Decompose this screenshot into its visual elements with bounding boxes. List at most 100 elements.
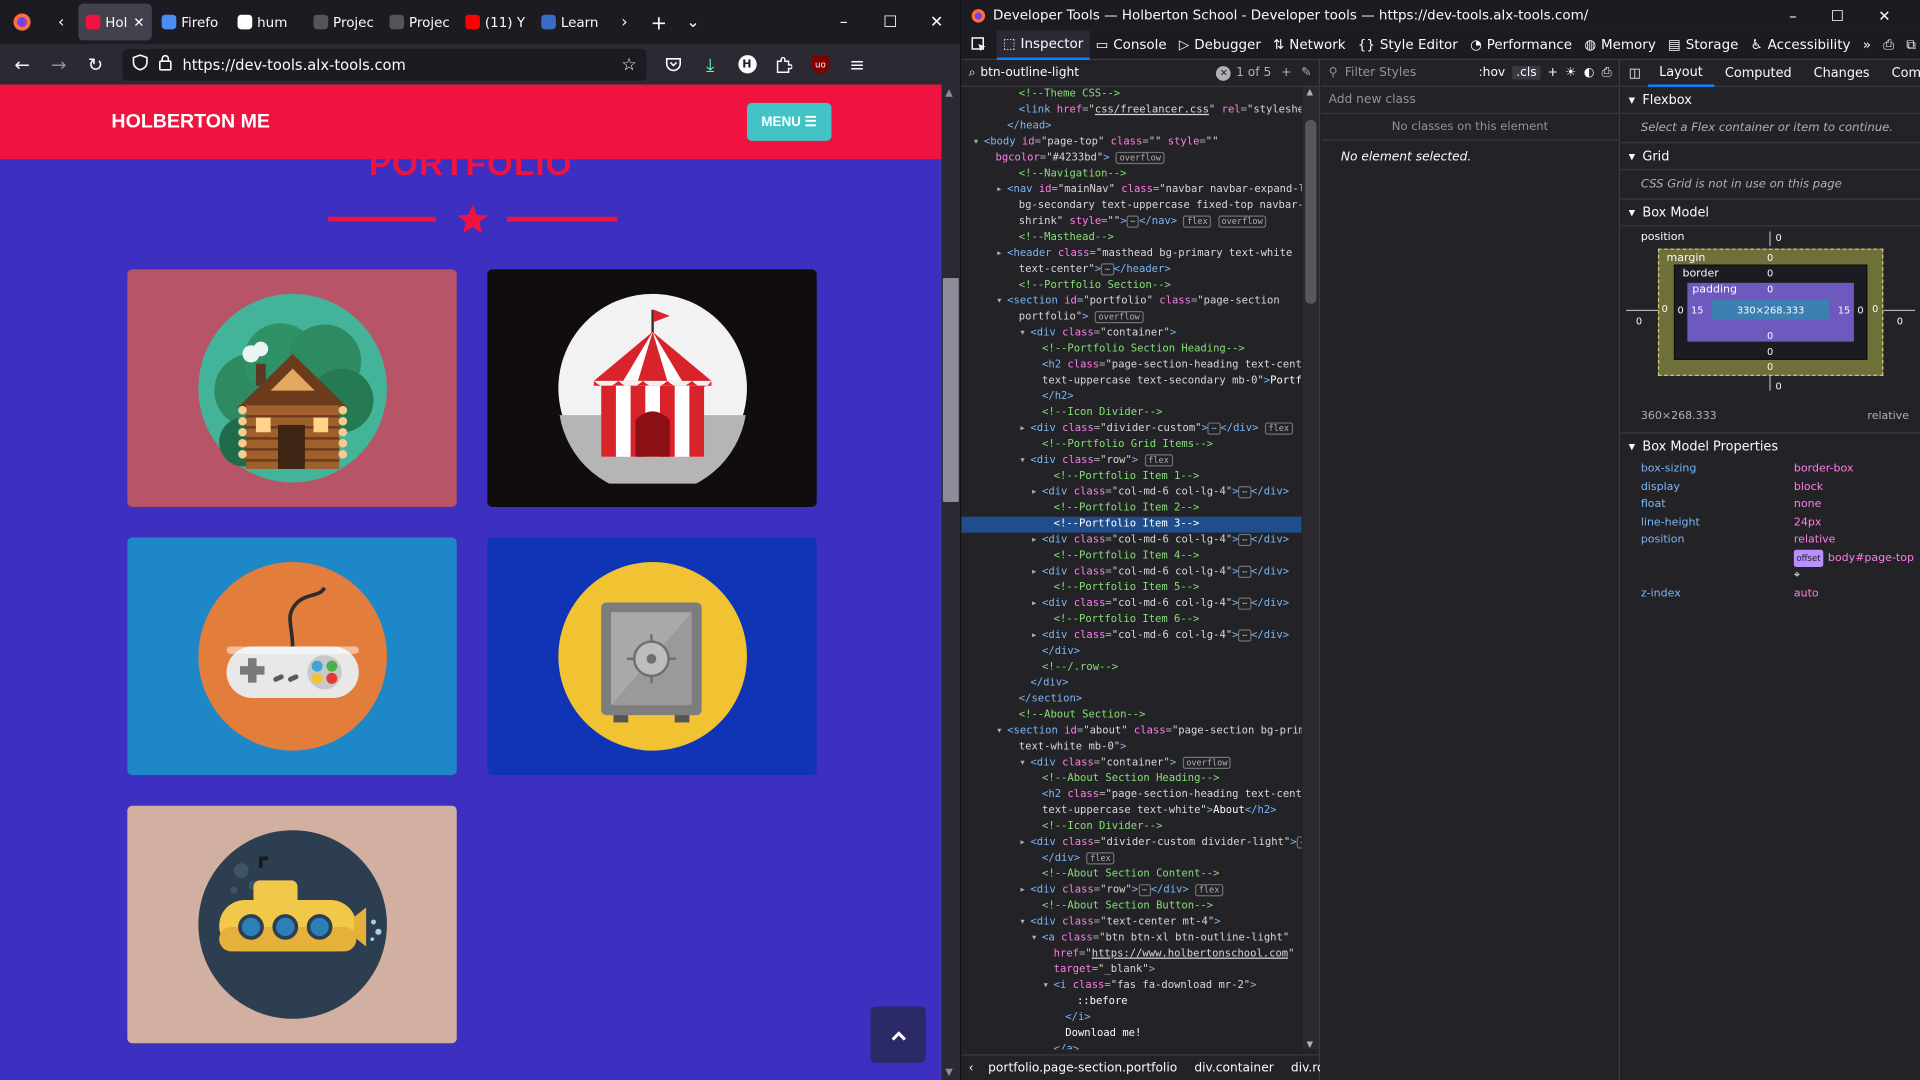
sidebar-tab-changes[interactable]: Changes	[1803, 59, 1881, 86]
brand-logo[interactable]: HOLBERTON ME	[111, 111, 270, 133]
firefox-menu-icon[interactable]	[0, 5, 44, 39]
expand-toggle-icon[interactable]: ▸	[1031, 485, 1042, 501]
grid-section-header[interactable]: ▾ Grid	[1621, 143, 1920, 171]
markup-node[interactable]: <!--Portfolio Item 5-->	[961, 580, 1301, 596]
close-tab-icon[interactable]: ✕	[133, 14, 144, 30]
print-mode-icon[interactable]: ⎙	[1602, 66, 1612, 79]
markup-node[interactable]: <!--Portfolio Item 2-->	[961, 501, 1301, 517]
list-tabs-icon[interactable]: ⌄	[676, 5, 710, 39]
sidebar-tab-compat[interactable]: Compat	[1881, 59, 1920, 86]
markup-node[interactable]: ▾ <div class="text-center mt-4">	[961, 915, 1301, 931]
markup-node[interactable]: text-uppercase text-white">About</h2>	[961, 803, 1301, 819]
forward-icon[interactable]: →	[42, 47, 76, 81]
expand-toggle-icon[interactable]: ▾	[1019, 453, 1030, 469]
expand-toggle-icon[interactable]: ▾	[1031, 931, 1042, 947]
markup-node[interactable]: </i>	[961, 1010, 1301, 1026]
markup-node[interactable]: bg-secondary text-uppercase fixed-top na…	[961, 198, 1302, 214]
box-model-properties-header[interactable]: ▾ Box Model Properties	[1621, 433, 1920, 460]
url-text[interactable]: https://dev-tools.alx-tools.com	[182, 56, 611, 73]
expand-toggle-icon[interactable]: ▸	[1031, 628, 1042, 644]
markup-node[interactable]: ▸ <div class="col-md-6 col-lg-4"> ⋯ </div>	[961, 628, 1301, 644]
filter-styles-input[interactable]: Filter Styles	[1345, 66, 1471, 79]
tab-scroll-right-icon[interactable]: ›	[607, 5, 641, 39]
markup-node[interactable]: text-center"> ⋯ </header>	[961, 262, 1301, 278]
browser-tab[interactable]: Hol ✕	[78, 3, 152, 41]
new-tab-icon[interactable]: +	[642, 5, 676, 39]
sidebar-tab-computed[interactable]: Computed	[1714, 59, 1803, 86]
markup-node[interactable]: <!--Icon Divider-->	[961, 405, 1301, 421]
expand-toggle-icon[interactable]: ▸	[1031, 564, 1042, 580]
markup-node[interactable]: target="_blank">	[961, 962, 1301, 978]
devtools-tab-performance[interactable]: ◔ Performance	[1464, 30, 1578, 59]
markup-node[interactable]: ▾ <div class="row"> flex	[961, 453, 1301, 469]
extensions-puzzle-icon[interactable]	[767, 47, 801, 81]
devtools-close-icon[interactable]: ✕	[1878, 7, 1890, 24]
expand-toggle-icon[interactable]: ▸	[996, 246, 1007, 262]
dark-mode-icon[interactable]: ◐	[1584, 66, 1595, 79]
markup-node[interactable]: <h2 class="page-section-heading text-cen…	[961, 358, 1302, 374]
add-rule-icon[interactable]: +	[1548, 66, 1558, 79]
browser-tab[interactable]: Learn	[534, 4, 607, 41]
markup-node[interactable]: <!--Theme CSS-->	[961, 87, 1301, 103]
portfolio-item-game[interactable]	[127, 537, 457, 776]
add-class-input[interactable]: Add new class	[1321, 87, 1619, 114]
markup-node[interactable]: ▾ <body id="page-top" class="" style=""	[961, 135, 1301, 151]
markup-node[interactable]: </head>	[961, 119, 1301, 135]
browser-tab[interactable]: Projec	[306, 4, 379, 41]
markup-node[interactable]: ▾ <section id="about" class="page-section…	[961, 724, 1302, 740]
markup-node[interactable]: ▸ <div class="row"> ⋯ </div> flex	[961, 883, 1301, 899]
expand-toggle-icon[interactable]: ▸	[1031, 596, 1042, 612]
box-prop-value[interactable]: none	[1794, 496, 1821, 514]
markup-node[interactable]: ▸ <nav id="mainNav" class="navbar navbar-…	[961, 182, 1302, 198]
box-prop-value[interactable]: 24px	[1794, 514, 1822, 532]
markup-node[interactable]: <!--Portfolio Item 1-->	[961, 469, 1301, 485]
pocket-icon[interactable]	[656, 47, 690, 81]
clear-search-icon[interactable]: ✕	[1216, 65, 1232, 81]
offset-parent-link[interactable]: body#page-top	[1828, 549, 1914, 567]
breadcrumb-item[interactable]: div.container	[1194, 1061, 1273, 1074]
tab-scroll-left-icon[interactable]: ‹	[44, 5, 78, 39]
close-window-icon[interactable]: ✕	[913, 5, 960, 39]
portfolio-item-submarine[interactable]	[127, 805, 457, 1044]
markup-node[interactable]: <h2 class="page-section-heading text-cen…	[961, 787, 1302, 803]
markup-node[interactable]: ::before	[961, 994, 1301, 1010]
markup-node[interactable]: <!--Portfolio Grid Items-->	[961, 437, 1301, 453]
portfolio-item-cabin[interactable]	[127, 269, 457, 507]
menu-button[interactable]: MENU ☰	[746, 102, 832, 141]
markup-node[interactable]: ▾ <div class="container">	[961, 326, 1301, 342]
markup-node[interactable]: ▾ <a class="btn btn-xl btn-outline-light"	[961, 931, 1301, 947]
markup-node[interactable]: <!--Navigation-->	[961, 167, 1301, 183]
browser-tab[interactable]: Projec	[382, 4, 455, 41]
page-scrollbar-thumb[interactable]	[942, 277, 959, 503]
markup-node[interactable]: ▸ <div class="col-md-6 col-lg-4"> ⋯ </div>	[961, 564, 1301, 580]
devtools-maximize-icon[interactable]: ☐	[1831, 7, 1844, 24]
markup-node[interactable]: <!--Portfolio Section Heading-->	[961, 342, 1301, 358]
screenshot-icon[interactable]: ⎙	[1877, 30, 1900, 59]
expand-toggle-icon[interactable]: ▾	[1019, 326, 1030, 342]
scroll-to-top-button[interactable]	[870, 1006, 926, 1063]
markup-node[interactable]: <link href="css/freelancer.css" rel="sty…	[961, 103, 1302, 119]
markup-node[interactable]: href="https://www.holbertonschool.com"	[961, 947, 1301, 963]
box-prop-value[interactable]: relative	[1794, 531, 1836, 549]
tracking-shield-icon[interactable]	[132, 54, 148, 75]
markup-node[interactable]: <!--Portfolio Item 4-->	[961, 549, 1301, 565]
lock-icon[interactable]	[158, 54, 173, 75]
box-prop-value[interactable]: block	[1794, 478, 1823, 496]
markup-node[interactable]: <!--Portfolio Item 6-->	[961, 612, 1301, 628]
markup-node[interactable]: <!--/.row-->	[961, 660, 1301, 676]
markup-node[interactable]: ▸ <div class="divider-custom divider-ligh…	[961, 835, 1302, 851]
element-picker-icon[interactable]	[961, 30, 997, 59]
expand-toggle-icon[interactable]: ▸	[1019, 421, 1030, 437]
markup-node-selected[interactable]: <!--Portfolio Item 3-->	[961, 516, 1302, 533]
cls-button[interactable]: .cls	[1512, 66, 1541, 80]
hov-button[interactable]: :hov	[1479, 66, 1506, 79]
select-node-icon[interactable]: ⌖	[1794, 567, 1800, 585]
markup-node[interactable]: <!--About Section Heading-->	[961, 771, 1301, 787]
browser-tab[interactable]: (11) Y	[458, 4, 531, 41]
portfolio-item-circus[interactable]	[487, 269, 817, 507]
expand-toggle-icon[interactable]: ▾	[996, 724, 1007, 740]
minimize-icon[interactable]: –	[820, 5, 867, 39]
expand-toggle-icon[interactable]: ▸	[1031, 533, 1042, 549]
toggle-sidebar-icon[interactable]: ◫	[1621, 66, 1648, 81]
markup-node[interactable]: </a>	[961, 1042, 1301, 1049]
